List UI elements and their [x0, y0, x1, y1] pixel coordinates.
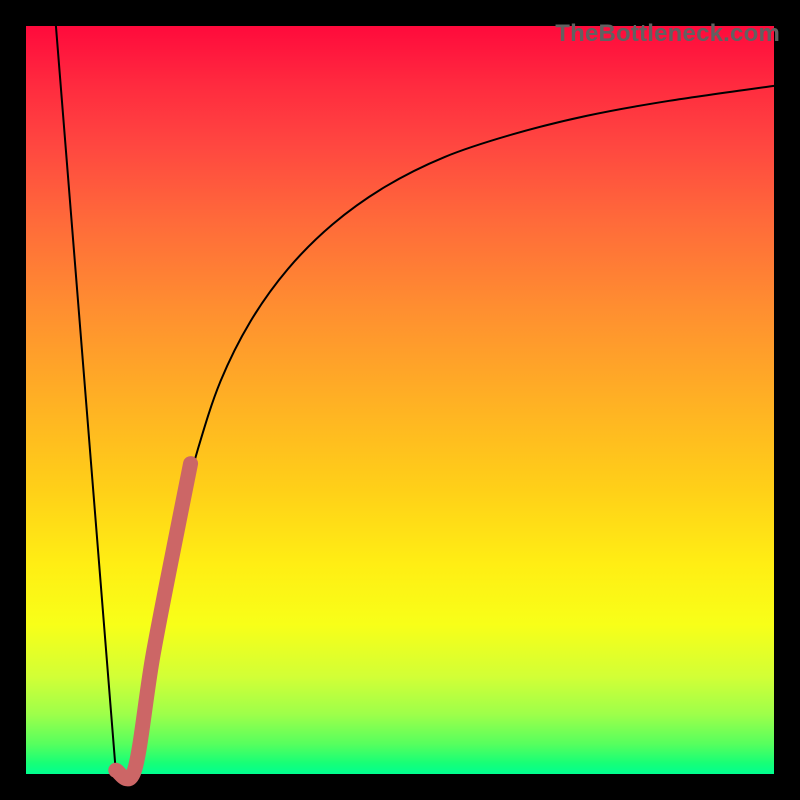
- chart-container: TheBottleneck.com: [0, 0, 800, 800]
- plot-area: [26, 26, 774, 774]
